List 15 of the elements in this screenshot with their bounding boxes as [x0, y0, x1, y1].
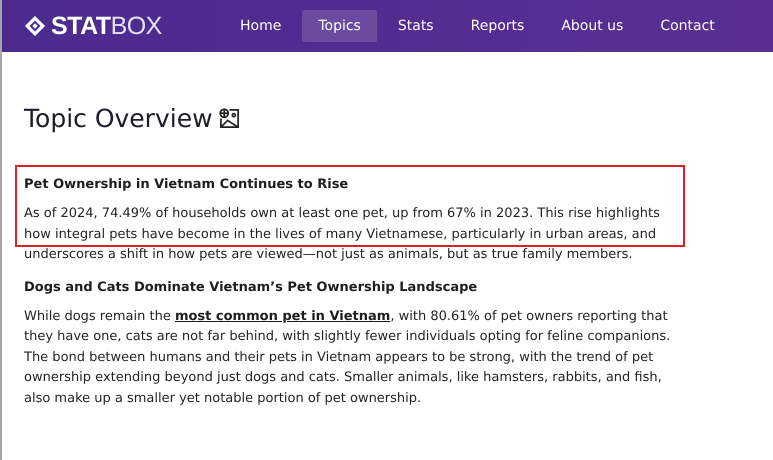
nav-link[interactable]: Home — [224, 10, 298, 42]
nav-link[interactable]: Stats — [382, 10, 450, 42]
logo-text[interactable]: STATBOX — [51, 12, 162, 40]
image-icon — [218, 108, 240, 129]
paragraph: As of 2024, 74.49% of households own at least one pet, up from 67% in 2023. This rise highlights how integral pets have become in the lives of many Vietnamese, particularly in urban areas, and underscores a shift in how pets are viewed—not just as animals, but as true family members. — [24, 205, 661, 264]
page-title: Topic Overview — [24, 104, 213, 133]
nav-link[interactable]: About us — [545, 10, 640, 42]
section-heading: Dogs and Cats Dominate Vietnam’s Pet Ownership Landscape — [24, 280, 478, 294]
inline-link[interactable]: most common pet in Vietnam — [174, 308, 390, 324]
logo-icon — [24, 15, 46, 37]
nav-link[interactable]: Topics — [302, 10, 377, 42]
section-heading: Pet Ownership in Vietnam Continues to Rise — [24, 177, 350, 192]
paragraph: While dogs remain the most common pet in Vietnam, with 80.61% of pet owners reporting that they have one, cats are not far behind, with slightly fewer individuals opting for feline companions. The bond between humans and their pets in Vietnam appears to be strong, with the trend of pet ownership extending beyond just dogs and cats. Smaller animals, like hamsters, rabbits, and fish, also make up a smaller yet notable portion of pet ownership. — [24, 308, 672, 408]
nav-link[interactable]: Contact — [644, 10, 731, 42]
nav-link[interactable]: Reports — [454, 10, 540, 42]
